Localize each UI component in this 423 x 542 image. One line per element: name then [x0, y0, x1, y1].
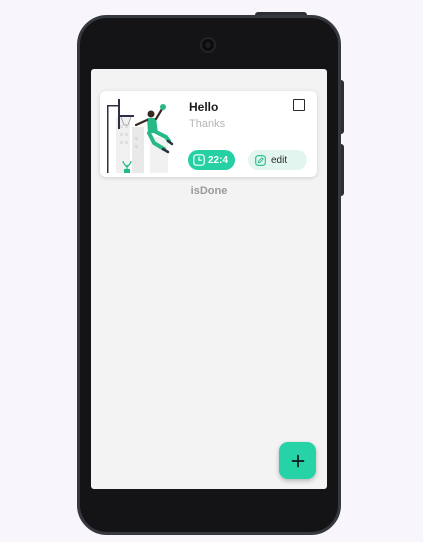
- time-text: 22:4: [208, 154, 229, 166]
- edit-icon: [255, 154, 266, 166]
- done-checkbox[interactable]: [293, 99, 305, 111]
- basketball-player-illustration: [106, 97, 178, 173]
- add-task-button[interactable]: [279, 442, 316, 479]
- edit-button[interactable]: edit: [248, 150, 307, 170]
- status-label: isDone: [190, 185, 228, 197]
- plus-icon: [291, 454, 304, 467]
- edit-label: edit: [271, 154, 288, 166]
- time-chip: 22:4: [188, 150, 235, 170]
- stage: Hello Thanks 22:4 edit isDone: [0, 0, 423, 542]
- camera-icon: [200, 37, 216, 53]
- task-title: Hello: [189, 100, 219, 114]
- task-subtitle: Thanks: [189, 118, 226, 130]
- app-screen: Hello Thanks 22:4 edit isDone: [91, 69, 327, 489]
- clock-icon: [193, 154, 205, 166]
- task-card[interactable]: Hello Thanks 22:4 edit: [100, 91, 317, 177]
